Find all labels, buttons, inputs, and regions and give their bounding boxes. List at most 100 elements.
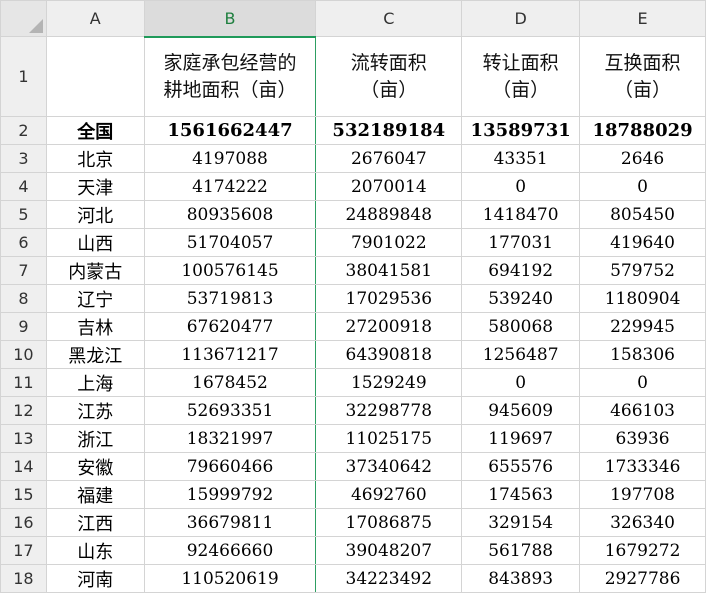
value-cell[interactable]: 43351 — [461, 144, 581, 173]
value-cell[interactable]: 64390818 — [315, 340, 463, 369]
row-header[interactable]: 8 — [0, 284, 47, 313]
value-cell[interactable]: 177031 — [461, 228, 581, 257]
row-header[interactable]: 11 — [0, 368, 47, 397]
row-header[interactable]: 12 — [0, 396, 47, 425]
row-header[interactable]: 4 — [0, 172, 47, 201]
column-header-b[interactable]: B — [143, 0, 317, 38]
value-cell[interactable]: 4692760 — [315, 480, 463, 509]
region-cell[interactable]: 全国 — [45, 116, 145, 145]
column-header-e[interactable]: E — [579, 0, 706, 37]
value-cell[interactable]: 17086875 — [315, 508, 463, 537]
region-cell[interactable]: 辽宁 — [45, 284, 145, 313]
value-cell[interactable]: 0 — [579, 368, 706, 397]
value-cell[interactable]: 11025175 — [315, 424, 463, 453]
row-header[interactable]: 10 — [0, 340, 47, 369]
column-header-d[interactable]: D — [461, 0, 581, 37]
region-cell[interactable]: 河北 — [45, 200, 145, 229]
value-cell[interactable]: 13589731 — [461, 116, 581, 145]
value-cell[interactable]: 561788 — [461, 536, 581, 565]
value-cell[interactable]: 1256487 — [461, 340, 581, 369]
cell-e1[interactable]: 互换面积 （亩） — [579, 36, 706, 117]
region-cell[interactable]: 内蒙古 — [45, 256, 145, 285]
row-header[interactable]: 17 — [0, 536, 47, 565]
value-cell[interactable]: 32298778 — [315, 396, 463, 425]
value-cell[interactable]: 466103 — [579, 396, 706, 425]
value-cell[interactable]: 119697 — [461, 424, 581, 453]
cell-c1[interactable]: 流转面积 （亩） — [315, 36, 463, 117]
region-cell[interactable]: 河南 — [45, 564, 145, 593]
value-cell[interactable]: 158306 — [579, 340, 706, 369]
value-cell[interactable]: 539240 — [461, 284, 581, 313]
value-cell[interactable]: 4197088 — [143, 144, 317, 173]
value-cell[interactable]: 655576 — [461, 452, 581, 481]
value-cell[interactable]: 39048207 — [315, 536, 463, 565]
value-cell[interactable]: 80935608 — [143, 200, 317, 229]
row-header[interactable]: 6 — [0, 228, 47, 257]
value-cell[interactable]: 1679272 — [579, 536, 706, 565]
value-cell[interactable]: 15999792 — [143, 480, 317, 509]
row-header[interactable]: 1 — [0, 36, 47, 117]
column-header-a[interactable]: A — [45, 0, 145, 37]
value-cell[interactable]: 0 — [461, 368, 581, 397]
value-cell[interactable]: 1418470 — [461, 200, 581, 229]
cell-d1[interactable]: 转让面积 （亩） — [461, 36, 581, 117]
value-cell[interactable]: 1529249 — [315, 368, 463, 397]
cell-b1[interactable]: 家庭承包经营的 耕地面积（亩） — [143, 36, 317, 117]
value-cell[interactable]: 326340 — [579, 508, 706, 537]
value-cell[interactable]: 110520619 — [143, 564, 317, 593]
value-cell[interactable]: 419640 — [579, 228, 706, 257]
region-cell[interactable]: 福建 — [45, 480, 145, 509]
region-cell[interactable]: 浙江 — [45, 424, 145, 453]
row-header[interactable]: 2 — [0, 116, 47, 145]
row-header[interactable]: 15 — [0, 480, 47, 509]
value-cell[interactable]: 53719813 — [143, 284, 317, 313]
value-cell[interactable]: 1180904 — [579, 284, 706, 313]
value-cell[interactable]: 37340642 — [315, 452, 463, 481]
row-header[interactable]: 3 — [0, 144, 47, 173]
value-cell[interactable]: 2676047 — [315, 144, 463, 173]
row-header[interactable]: 16 — [0, 508, 47, 537]
region-cell[interactable]: 江西 — [45, 508, 145, 537]
value-cell[interactable]: 694192 — [461, 256, 581, 285]
value-cell[interactable]: 2927786 — [579, 564, 706, 593]
value-cell[interactable]: 17029536 — [315, 284, 463, 313]
value-cell[interactable]: 580068 — [461, 312, 581, 341]
row-header[interactable]: 9 — [0, 312, 47, 341]
value-cell[interactable]: 0 — [461, 172, 581, 201]
row-header[interactable]: 18 — [0, 564, 47, 593]
value-cell[interactable]: 92466660 — [143, 536, 317, 565]
value-cell[interactable]: 100576145 — [143, 256, 317, 285]
cell-a1[interactable] — [45, 36, 145, 117]
value-cell[interactable]: 38041581 — [315, 256, 463, 285]
region-cell[interactable]: 黑龙江 — [45, 340, 145, 369]
value-cell[interactable]: 2070014 — [315, 172, 463, 201]
region-cell[interactable]: 山西 — [45, 228, 145, 257]
value-cell[interactable]: 67620477 — [143, 312, 317, 341]
value-cell[interactable]: 2646 — [579, 144, 706, 173]
row-header[interactable]: 14 — [0, 452, 47, 481]
region-cell[interactable]: 山东 — [45, 536, 145, 565]
region-cell[interactable]: 吉林 — [45, 312, 145, 341]
row-header[interactable]: 5 — [0, 200, 47, 229]
row-header[interactable]: 7 — [0, 256, 47, 285]
value-cell[interactable]: 174563 — [461, 480, 581, 509]
value-cell[interactable]: 18321997 — [143, 424, 317, 453]
column-header-c[interactable]: C — [315, 0, 463, 37]
value-cell[interactable]: 79660466 — [143, 452, 317, 481]
region-cell[interactable]: 北京 — [45, 144, 145, 173]
value-cell[interactable]: 805450 — [579, 200, 706, 229]
value-cell[interactable]: 51704057 — [143, 228, 317, 257]
row-header[interactable]: 13 — [0, 424, 47, 453]
region-cell[interactable]: 天津 — [45, 172, 145, 201]
value-cell[interactable]: 52693351 — [143, 396, 317, 425]
region-cell[interactable]: 上海 — [45, 368, 145, 397]
value-cell[interactable]: 113671217 — [143, 340, 317, 369]
value-cell[interactable]: 843893 — [461, 564, 581, 593]
value-cell[interactable]: 229945 — [579, 312, 706, 341]
value-cell[interactable]: 0 — [579, 172, 706, 201]
value-cell[interactable]: 1678452 — [143, 368, 317, 397]
value-cell[interactable]: 1561662447 — [143, 116, 317, 145]
value-cell[interactable]: 63936 — [579, 424, 706, 453]
value-cell[interactable]: 329154 — [461, 508, 581, 537]
value-cell[interactable]: 36679811 — [143, 508, 317, 537]
